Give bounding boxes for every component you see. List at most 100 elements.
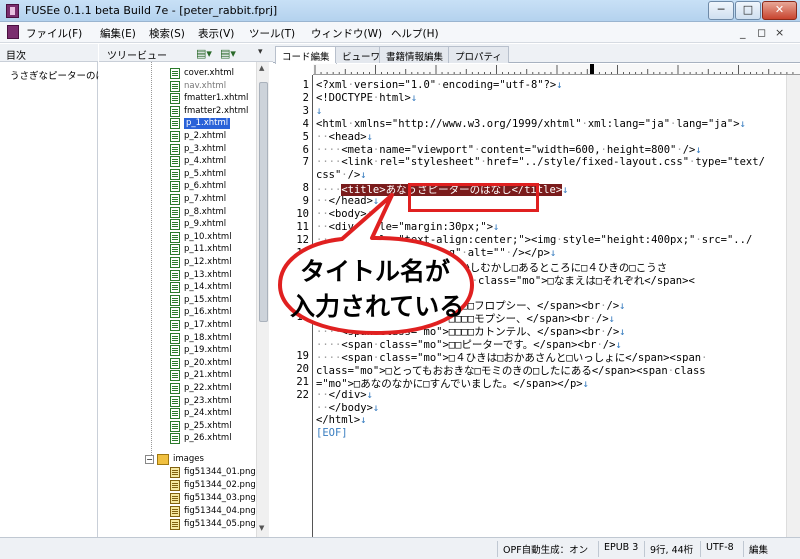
file-label: p_20.xhtml	[184, 357, 232, 368]
file-label: fig51344_03.png	[184, 493, 256, 503]
scroll-down-icon[interactable]: ▼	[259, 524, 264, 532]
file-label: p_23.xhtml	[184, 395, 232, 406]
line-number: 1	[302, 79, 309, 91]
xhtml-file-icon	[170, 269, 180, 281]
image-file-icon	[170, 506, 180, 517]
file-label: p_26.xhtml	[184, 433, 232, 444]
menu-tools[interactable]: ツール(T)	[249, 26, 295, 41]
file-label: p_25.xhtml	[184, 420, 232, 431]
xhtml-file-icon	[170, 320, 180, 331]
maximize-button[interactable]: □	[735, 1, 761, 20]
code-line[interactable]: <!DOCTYPE·html>↓	[316, 92, 417, 104]
toc-title: 目次	[6, 51, 26, 62]
tree-scrollbar[interactable]: ▲ ▼	[256, 62, 269, 537]
file-label: fmatter2.xhtml	[184, 105, 249, 116]
xhtml-file-icon	[170, 395, 180, 407]
folder-label: images	[173, 454, 204, 464]
line-number: 3	[302, 104, 309, 117]
window-title: FUSEe 0.1.1 beta Build 7e - [peter_rabbi…	[25, 4, 278, 17]
code-line[interactable]: ··</div>↓	[316, 389, 373, 401]
callout-line-2: 入力されている	[290, 292, 465, 321]
xhtml-file-icon	[170, 282, 180, 294]
xhtml-file-icon	[170, 345, 180, 357]
xhtml-file-icon	[170, 219, 180, 231]
mdi-restore-button[interactable]: ◻	[757, 26, 766, 39]
code-line[interactable]: ··</body>↓	[316, 402, 379, 414]
code-line[interactable]: ····<meta·name="viewport"·content="width…	[316, 144, 702, 156]
menu-window[interactable]: ウィンドウ(W)	[311, 26, 382, 41]
code-line[interactable]: <?xml·version="1.0"·encoding="utf-8"?>↓	[316, 79, 563, 91]
tree-scroll-thumb[interactable]	[259, 82, 268, 322]
mdi-minimize-button[interactable]: _	[740, 26, 746, 39]
line-number: 9	[302, 195, 309, 208]
mdi-close-button[interactable]: ×	[775, 26, 784, 39]
file-label: fig51344_01.png	[184, 467, 256, 477]
tree-connector	[151, 62, 152, 457]
code-line[interactable]: </html>↓	[316, 414, 367, 426]
tab-book-info[interactable]: 書籍情報編集	[379, 46, 451, 63]
xhtml-file-icon	[170, 357, 180, 369]
xhtml-file-icon	[170, 433, 180, 445]
code-line[interactable]: <html·xmlns="http://www.w3.org/1999/xhtm…	[316, 118, 746, 130]
line-number: 11	[296, 220, 309, 233]
menu-view[interactable]: 表示(V)	[198, 26, 234, 41]
code-line[interactable]: ··</head>↓	[316, 195, 379, 207]
file-label: p_24.xhtml	[184, 408, 232, 419]
status-opf: OPF自動生成：オン	[497, 541, 593, 557]
xhtml-file-icon	[170, 194, 180, 205]
callout-line-1: タイトル名が	[300, 257, 451, 286]
line-number: 20	[296, 362, 309, 375]
file-label: p_11.xhtml	[184, 244, 232, 255]
file-label: p_18.xhtml	[184, 332, 232, 343]
xhtml-file-icon	[170, 206, 180, 218]
code-line[interactable]: ↓	[316, 105, 322, 117]
line-number: 5	[302, 130, 309, 143]
code-line[interactable]: css"·/>↓	[316, 169, 367, 181]
editor-scrollbar[interactable]	[786, 75, 800, 537]
xhtml-file-icon	[170, 118, 180, 130]
minimize-button[interactable]: ─	[708, 1, 734, 20]
code-line[interactable]: ····<link·rel="stylesheet"·href="../styl…	[316, 156, 765, 168]
xhtml-file-icon	[170, 244, 180, 256]
xhtml-file-icon	[170, 156, 180, 168]
file-label: cover.xhtml	[184, 68, 234, 78]
xhtml-file-icon	[170, 231, 180, 243]
panel-menu-icon[interactable]: ▾	[258, 47, 263, 57]
add-file-icon[interactable]: ▤▾	[220, 47, 236, 60]
file-label: p_13.xhtml	[184, 269, 232, 280]
ruler-ticks	[314, 64, 794, 74]
image-file-icon	[170, 480, 180, 491]
xhtml-file-icon	[170, 93, 180, 105]
code-line[interactable]: ··<head>↓	[316, 131, 373, 143]
line-number: 8	[302, 182, 309, 195]
xhtml-file-icon	[170, 383, 180, 394]
file-label: p_16.xhtml	[184, 307, 232, 318]
file-label: p_15.xhtml	[184, 294, 232, 305]
line-number: 2	[302, 91, 309, 104]
collapse-icon[interactable]: −	[145, 455, 154, 464]
status-encoding: UTF-8	[700, 541, 739, 557]
menu-file[interactable]: ファイル(F)	[26, 26, 82, 41]
menu-help[interactable]: ヘルプ(H)	[391, 26, 439, 41]
file-label: p_3.xhtml	[184, 143, 227, 154]
folder-icon	[157, 454, 169, 465]
file-label: p_14.xhtml	[184, 282, 232, 293]
tab-properties[interactable]: プロパティ	[448, 46, 509, 63]
close-button[interactable]: ✕	[762, 1, 797, 20]
file-label: p_4.xhtml	[184, 156, 227, 167]
code-line[interactable]: [EOF]	[316, 427, 348, 439]
file-label: fig51344_04.png	[184, 506, 256, 516]
document-icon[interactable]	[7, 25, 19, 39]
code-line[interactable]: ··<div·style="margin:30px;">↓	[316, 221, 499, 233]
file-label: fig51344_05.png	[184, 519, 256, 529]
xhtml-file-icon	[170, 168, 180, 180]
line-number: 22	[296, 388, 309, 401]
xhtml-file-icon	[170, 332, 180, 344]
scroll-up-icon[interactable]: ▲	[259, 64, 264, 72]
tab-code-edit[interactable]: コード編集	[275, 46, 337, 64]
menu-search[interactable]: 検索(S)	[149, 26, 185, 41]
status-format: EPUB 3	[598, 541, 643, 557]
menu-edit[interactable]: 編集(E)	[100, 26, 136, 41]
new-file-icon[interactable]: ▤▾	[196, 47, 212, 60]
image-file-icon	[170, 519, 180, 530]
